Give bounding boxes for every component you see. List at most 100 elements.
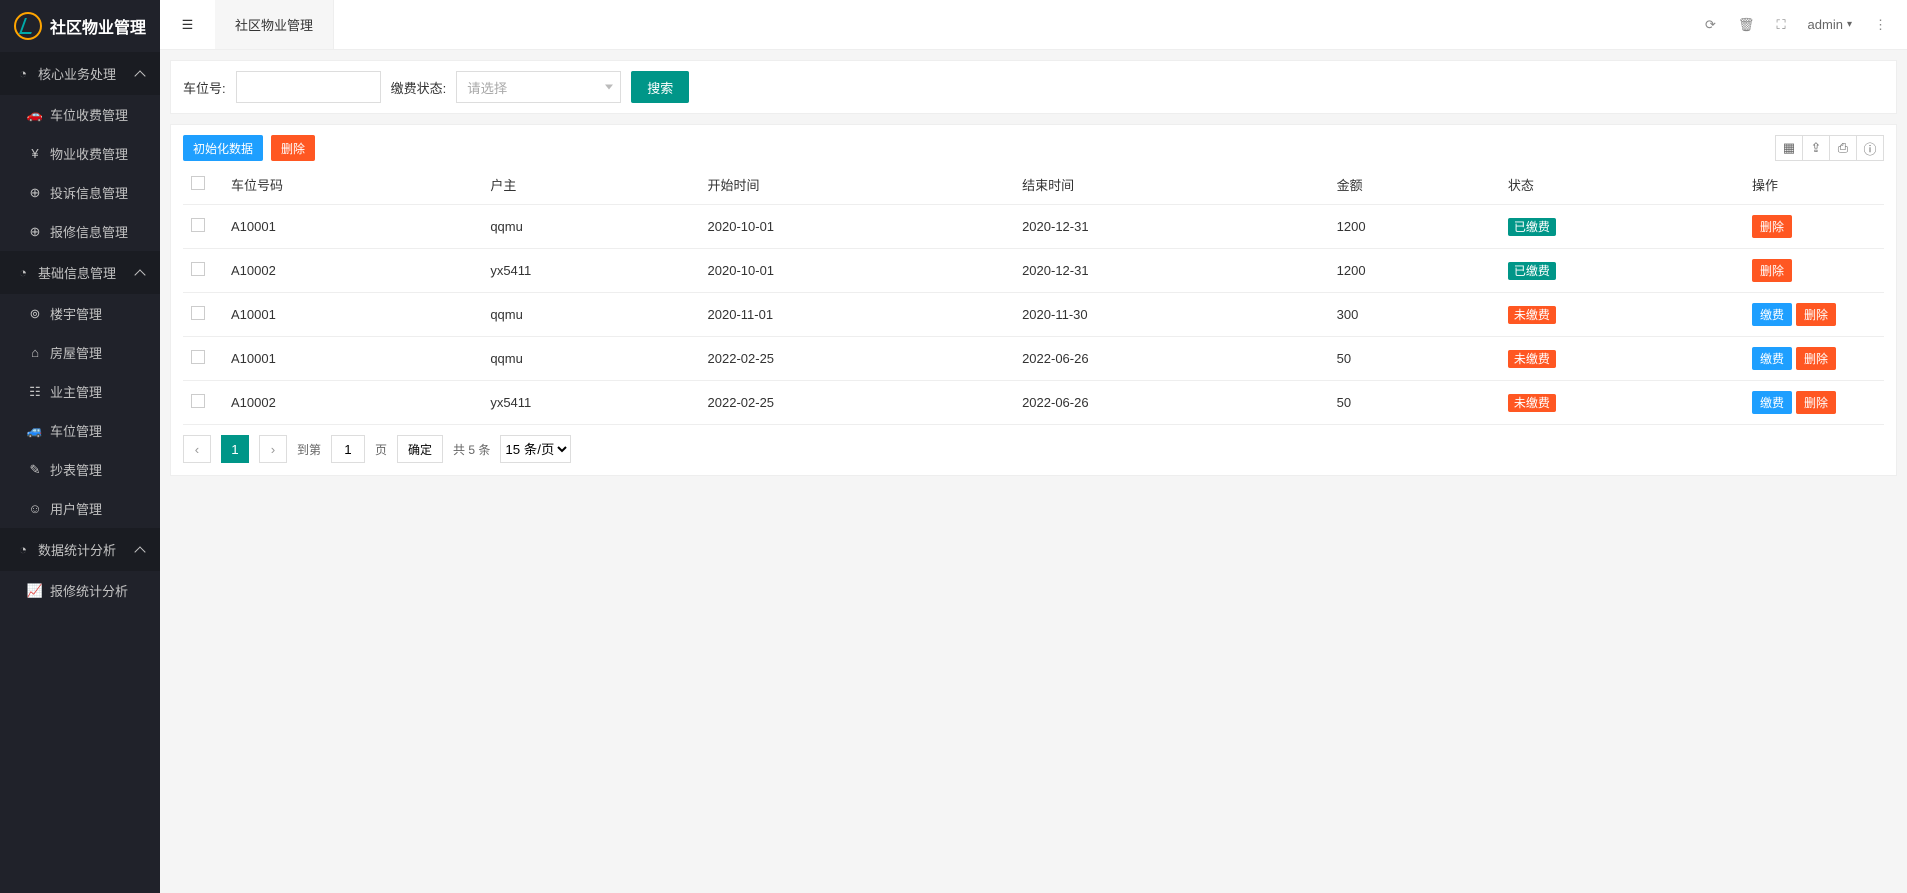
- sidebar-item[interactable]: ☺ 用户管理: [0, 489, 160, 528]
- export-icon: ⇪: [1811, 140, 1822, 156]
- cell-owner: qqmu: [482, 293, 699, 337]
- sidebar-item-label: 投诉信息管理: [50, 183, 128, 202]
- cell-start: 2022-02-25: [700, 381, 1015, 425]
- goto-page-input[interactable]: [331, 435, 365, 463]
- goto-prefix: 到第: [297, 441, 321, 458]
- cell-end: 2020-12-31: [1014, 205, 1329, 249]
- cell-code: A10001: [223, 337, 482, 381]
- row-checkbox[interactable]: [191, 218, 205, 232]
- cell-end: 2022-06-26: [1014, 337, 1329, 381]
- pay-button[interactable]: 缴费: [1752, 391, 1792, 414]
- search-button[interactable]: 搜索: [631, 71, 689, 103]
- next-page-button[interactable]: ›: [259, 435, 287, 463]
- refresh-icon[interactable]: ⟳: [1705, 17, 1716, 33]
- user-icon: ☺: [28, 502, 42, 516]
- init-data-button[interactable]: 初始化数据: [183, 135, 263, 161]
- trash-icon[interactable]: 🗑: [1738, 17, 1755, 33]
- status-select[interactable]: 请选择: [456, 71, 621, 103]
- delete-row-button[interactable]: 删除: [1796, 347, 1836, 370]
- tab-active[interactable]: 社区物业管理: [215, 0, 334, 49]
- sidebar-item-label: 用户管理: [50, 499, 102, 518]
- menu-group-header[interactable]: ◔核心业务处理: [0, 52, 160, 95]
- user-dropdown[interactable]: admin ▾: [1808, 17, 1852, 32]
- pay-button[interactable]: 缴费: [1752, 347, 1792, 370]
- search-bar: 车位号: 缴费状态: 请选择 搜索: [170, 60, 1897, 114]
- row-checkbox[interactable]: [191, 350, 205, 364]
- cell-owner: yx5411: [482, 381, 699, 425]
- dashboard-icon: 🚗: [28, 108, 42, 122]
- circle-plus-icon: ⊕: [28, 186, 42, 200]
- page-1-button[interactable]: 1: [221, 435, 249, 463]
- menu-group-label: 数据统计分析: [38, 540, 116, 559]
- info-tool-button[interactable]: ⓘ: [1856, 135, 1884, 161]
- sidebar-item[interactable]: ⊚楼宇管理: [0, 294, 160, 333]
- export-tool-button[interactable]: ⇪: [1802, 135, 1830, 161]
- status-badge: 未缴费: [1508, 394, 1556, 412]
- car-icon: 🚙: [28, 424, 42, 438]
- delete-row-button[interactable]: 删除: [1796, 391, 1836, 414]
- sidebar-item-label: 车位管理: [50, 421, 102, 440]
- folder-icon: ◔: [16, 67, 30, 81]
- sidebar-item[interactable]: ⊕ 投诉信息管理: [0, 173, 160, 212]
- sidebar-item[interactable]: ✎抄表管理: [0, 450, 160, 489]
- row-checkbox[interactable]: [191, 394, 205, 408]
- delete-row-button[interactable]: 删除: [1796, 303, 1836, 326]
- cell-end: 2020-11-30: [1014, 293, 1329, 337]
- cell-ops: 删除: [1744, 249, 1884, 293]
- user-name: admin: [1808, 17, 1843, 32]
- sidebar-item[interactable]: 📈 报修统计分析: [0, 571, 160, 610]
- sidebar-item[interactable]: ¥物业收费管理: [0, 134, 160, 173]
- toggle-sidebar-button[interactable]: ☰: [160, 0, 215, 49]
- cell-owner: qqmu: [482, 337, 699, 381]
- col-end: 结束时间: [1014, 165, 1329, 205]
- print-icon: ⎙: [1838, 140, 1848, 156]
- cell-start: 2022-02-25: [700, 337, 1015, 381]
- table-row: A10002 yx5411 2022-02-25 2022-06-26 50 未…: [183, 381, 1884, 425]
- app-title: 社区物业管理: [50, 14, 146, 38]
- cell-ops: 缴费删除: [1744, 381, 1884, 425]
- batch-delete-button[interactable]: 删除: [271, 135, 315, 161]
- sidebar-item[interactable]: ⌂房屋管理: [0, 333, 160, 372]
- pay-button[interactable]: 缴费: [1752, 303, 1792, 326]
- prev-page-button[interactable]: ‹: [183, 435, 211, 463]
- sidebar-item[interactable]: 🚙 车位管理: [0, 411, 160, 450]
- data-table: 车位号码 户主 开始时间 结束时间 金额 状态 操作 A10001 qqmu 2…: [183, 165, 1884, 425]
- more-icon[interactable]: ⋮: [1874, 17, 1887, 33]
- table-row: A10002 yx5411 2020-10-01 2020-12-31 1200…: [183, 249, 1884, 293]
- status-badge: 已缴费: [1508, 262, 1556, 280]
- space-input[interactable]: [236, 71, 381, 103]
- print-tool-button[interactable]: ⎙: [1829, 135, 1857, 161]
- sidebar-item-label: 业主管理: [50, 382, 102, 401]
- sidebar-item[interactable]: ⊕报修信息管理: [0, 212, 160, 251]
- chart-icon: 📈: [28, 584, 42, 598]
- goto-confirm-button[interactable]: 确定: [397, 435, 443, 463]
- cell-amount: 1200: [1329, 249, 1500, 293]
- sidebar-item[interactable]: ☷业主管理: [0, 372, 160, 411]
- cell-status: 未缴费: [1500, 381, 1744, 425]
- columns-tool-button[interactable]: ▦: [1775, 135, 1803, 161]
- row-checkbox[interactable]: [191, 262, 205, 276]
- page-size-select[interactable]: 15 条/页: [500, 435, 571, 463]
- row-checkbox[interactable]: [191, 306, 205, 320]
- sidebar-item-label: 报修统计分析: [50, 581, 128, 600]
- cell-amount: 300: [1329, 293, 1500, 337]
- fullscreen-icon[interactable]: ⛶: [1776, 17, 1785, 33]
- pagination: ‹ 1 › 到第 页 确定 共 5 条 15 条/页: [183, 425, 1884, 465]
- delete-row-button[interactable]: 删除: [1752, 215, 1792, 238]
- grid-icon: ▦: [1783, 140, 1795, 156]
- logo-icon: [14, 12, 42, 40]
- sidebar-item-label: 抄表管理: [50, 460, 102, 479]
- sidebar-item-label: 楼宇管理: [50, 304, 102, 323]
- col-ops: 操作: [1744, 165, 1884, 205]
- chevron-up-icon: [134, 269, 145, 280]
- select-all-checkbox[interactable]: [191, 176, 205, 190]
- home-icon: ⌂: [28, 346, 42, 360]
- status-badge: 已缴费: [1508, 218, 1556, 236]
- menu-group-header[interactable]: ◔数据统计分析: [0, 528, 160, 571]
- sidebar-item[interactable]: 🚗车位收费管理: [0, 95, 160, 134]
- tab-label: 社区物业管理: [235, 15, 313, 34]
- delete-row-button[interactable]: 删除: [1752, 259, 1792, 282]
- cell-ops: 缴费删除: [1744, 293, 1884, 337]
- sidebar-item-label: 物业收费管理: [50, 144, 128, 163]
- menu-group-header[interactable]: ◔基础信息管理: [0, 251, 160, 294]
